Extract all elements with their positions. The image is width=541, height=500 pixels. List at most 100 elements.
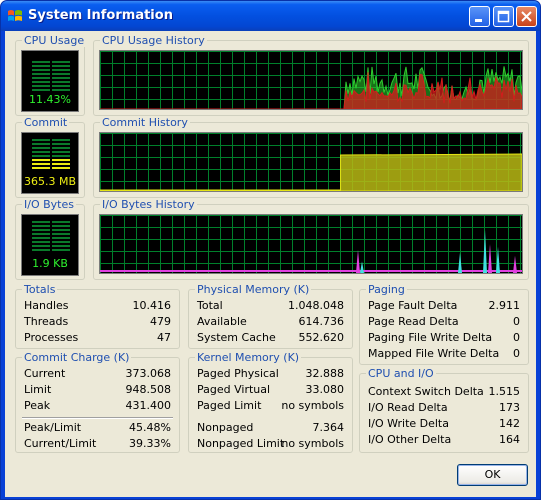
totals-label: Totals — [22, 283, 58, 296]
kernel-memory-row: Nonpaged Limit no symbols — [197, 436, 344, 452]
totals-value: 10.416 — [132, 299, 172, 312]
commit-charge-value: 431.400 — [125, 399, 172, 412]
commit-history-panel: Commit History — [93, 116, 529, 198]
cpu-io-value: 1.515 — [488, 385, 521, 398]
commit-charge-key: Current/Limit — [24, 437, 97, 450]
commit-charge-value: 948.508 — [125, 383, 172, 396]
kernel-memory-panel: Kernel Memory (K) Paged Physical 32.888 P… — [188, 351, 353, 453]
cpu-usage-panel: CPU Usage 11.43% — [15, 34, 87, 116]
cpu-history-graph — [99, 50, 523, 110]
io-bytes-meter-bars — [32, 221, 70, 253]
totals-row-processes: Processes 47 — [24, 330, 171, 346]
paging-row: Page Read Delta 0 — [368, 314, 520, 330]
physical-memory-value: 1.048.048 — [288, 299, 344, 312]
totals-value: 47 — [157, 331, 171, 344]
totals-key: Handles — [24, 299, 69, 312]
paging-value: 0 — [513, 331, 520, 344]
io-history-panel: I/O Bytes History — [93, 198, 529, 280]
totals-key: Threads — [24, 315, 69, 328]
commit-charge-row: Current 373.068 — [24, 366, 171, 382]
physical-memory-row: Total 1.048.048 — [197, 298, 344, 314]
commit-history-graph — [99, 132, 523, 192]
commit-charge-key: Peak — [24, 399, 51, 412]
physical-memory-key: Available — [197, 315, 247, 328]
cpu-io-row: I/O Write Delta 142 — [368, 416, 520, 432]
commit-charge-value: 373.068 — [125, 367, 172, 380]
io-bytes-panel: I/O Bytes 1.9 KB — [15, 198, 85, 280]
cpu-usage-meter-bars — [32, 61, 70, 91]
close-button[interactable] — [516, 6, 537, 27]
commit-meter: 365.3 MB — [21, 132, 79, 194]
minimize-icon — [475, 19, 482, 22]
io-spike — [356, 249, 360, 273]
totals-key: Processes — [24, 331, 79, 344]
paging-row: Paging File Write Delta 0 — [368, 330, 520, 346]
window-title: System Information — [28, 8, 173, 23]
io-history-label: I/O Bytes History — [100, 198, 197, 211]
commit-charge-key: Current — [24, 367, 66, 380]
totals-panel: Totals Handles 10.416 Threads 479 Processe… — [15, 283, 180, 349]
paging-key: Page Read Delta — [368, 315, 459, 328]
physical-memory-key: Total — [197, 299, 223, 312]
commit-label: Commit — [22, 116, 70, 129]
commit-charge-row: Peak 431.400 — [24, 398, 171, 414]
commit-charge-key: Limit — [24, 383, 52, 396]
io-bytes-meter: 1.9 KB — [21, 214, 79, 276]
paging-row: Mapped File Write Delta 0 — [368, 346, 520, 362]
cpu-history-label: CPU Usage History — [100, 34, 207, 47]
cpu-io-row: Context Switch Delta 1.515 — [368, 384, 520, 400]
commit-charge-row: Peak/Limit 45.48% — [24, 420, 171, 436]
physical-memory-row: System Cache 552.620 — [197, 330, 344, 346]
cpu-usage-value: 11.43% — [29, 93, 71, 106]
cpu-kernel-trace — [100, 72, 522, 109]
totals-row-threads: Threads 479 — [24, 314, 171, 330]
cpu-io-key: I/O Other Delta — [368, 433, 452, 446]
commit-charge-value: 39.33% — [129, 437, 171, 450]
commit-meter-fill — [32, 159, 70, 171]
paging-key: Mapped File Write Delta — [368, 347, 500, 360]
kernel-memory-value: no symbols — [281, 437, 344, 450]
cpu-io-row: I/O Other Delta 164 — [368, 432, 520, 448]
commit-panel: Commit 365.3 MB — [15, 116, 85, 198]
paging-value: 0 — [513, 315, 520, 328]
cpu-io-key: Context Switch Delta — [368, 385, 484, 398]
divider — [22, 417, 173, 419]
kernel-memory-label: Kernel Memory (K) — [195, 351, 302, 364]
kernel-memory-row: Paged Virtual 33.080 — [197, 382, 344, 398]
maximize-button[interactable] — [493, 6, 514, 27]
system-information-window: System Information CPU Usage 11.43% CPU … — [0, 0, 541, 500]
io-spike — [488, 244, 492, 273]
paging-key: Page Fault Delta — [368, 299, 458, 312]
close-icon — [521, 11, 532, 22]
cpu-io-value: 164 — [499, 433, 520, 446]
commit-charge-key: Peak/Limit — [24, 421, 82, 434]
physical-memory-value: 614.736 — [298, 315, 345, 328]
commit-history-label: Commit History — [100, 116, 190, 129]
kernel-memory-value: 32.888 — [305, 367, 345, 380]
io-bytes-label: I/O Bytes — [22, 198, 76, 211]
ok-button[interactable]: OK — [457, 464, 528, 486]
cpu-io-panel: CPU and I/O Context Switch Delta 1.515 I/… — [359, 367, 529, 453]
kernel-memory-value: 33.080 — [305, 383, 345, 396]
kernel-memory-key: Paged Physical — [197, 367, 279, 380]
cpu-usage-label: CPU Usage — [22, 34, 87, 47]
physical-memory-row: Available 614.736 — [197, 314, 344, 330]
io-spike — [458, 252, 462, 273]
physical-memory-value: 552.620 — [298, 331, 345, 344]
cpu-io-key: I/O Read Delta — [368, 401, 448, 414]
io-spike — [513, 255, 517, 273]
physical-memory-label: Physical Memory (K) — [195, 283, 312, 296]
paging-label: Paging — [366, 283, 407, 296]
commit-charge-row: Current/Limit 39.33% — [24, 436, 171, 452]
kernel-memory-key: Nonpaged Limit — [197, 437, 285, 450]
title-bar[interactable]: System Information — [1, 1, 540, 31]
cpu-io-value: 142 — [499, 417, 520, 430]
commit-meter-bars — [32, 139, 70, 159]
totals-row-handles: Handles 10.416 — [24, 298, 171, 314]
kernel-memory-value: no symbols — [281, 399, 344, 412]
paging-value: 0 — [513, 347, 520, 360]
minimize-button[interactable] — [469, 6, 490, 27]
physical-memory-panel: Physical Memory (K) Total 1.048.048 Avail… — [188, 283, 353, 349]
paging-panel: Paging Page Fault Delta 2.911 Page Read D… — [359, 283, 529, 365]
cpu-usage-meter: 11.43% — [21, 50, 79, 112]
